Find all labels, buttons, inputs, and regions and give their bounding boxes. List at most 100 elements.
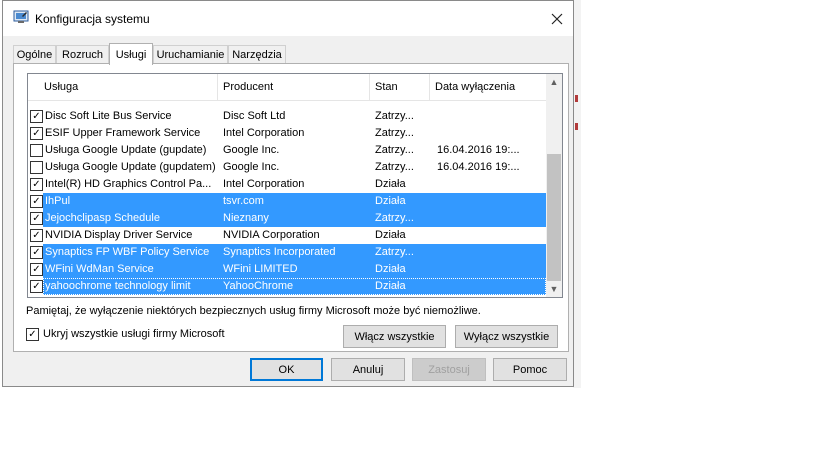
microsoft-services-note: Pamiętaj, że wyłączenie niektórych bezpi… xyxy=(26,305,481,317)
service-checkbox[interactable]: ✓ xyxy=(30,195,43,208)
service-vendor-cell: YahooChrome xyxy=(223,280,294,292)
service-name-cell: Usługa Google Update (gupdatem) xyxy=(45,161,215,173)
background-window-edge xyxy=(573,0,581,388)
service-state-cell: Działa xyxy=(375,178,406,190)
service-vendor-cell: Nieznany xyxy=(223,212,269,224)
service-vendor-cell: NVIDIA Corporation xyxy=(223,229,320,241)
tab-tools[interactable]: Narzędzia xyxy=(228,45,286,64)
cancel-button[interactable]: Anuluj xyxy=(331,358,405,381)
service-date-cell: 16.04.2016 19:... xyxy=(437,161,520,173)
service-name-cell: WFini WdMan Service xyxy=(45,263,154,275)
help-button[interactable]: Pomoc xyxy=(493,358,567,381)
column-header-service[interactable]: Usługa xyxy=(28,74,218,100)
tab-boot[interactable]: Rozruch xyxy=(56,45,109,64)
service-date-cell xyxy=(437,261,543,278)
window-title: Konfiguracja systemu xyxy=(35,12,150,26)
service-checkbox[interactable]: ✓ xyxy=(30,280,43,293)
service-name-cell: NVIDIA Display Driver Service xyxy=(45,229,193,241)
service-name-cell: Synaptics FP WBF Policy Service xyxy=(45,246,210,258)
service-vendor-cell: Synaptics Incorporated xyxy=(223,246,336,258)
service-vendor-cell: Google Inc. xyxy=(223,161,280,173)
service-name-cell: Usługa Google Update (gupdate) xyxy=(45,144,207,156)
services-panel: Usługa Producent Stan Data wyłączenia ✓ D… xyxy=(13,63,569,352)
service-checkbox[interactable]: ✓ xyxy=(30,229,43,242)
service-state-cell: Działa xyxy=(375,195,406,207)
service-row[interactable]: ✓ yahoochrome technology limit YahooChrome… xyxy=(28,278,546,295)
service-row[interactable]: ✓ IhPul tsvr.com Działa xyxy=(28,193,546,210)
column-header-vendor[interactable]: Producent xyxy=(218,74,370,100)
close-button[interactable] xyxy=(543,6,571,31)
service-date-cell xyxy=(437,227,543,244)
service-date-cell xyxy=(437,210,543,227)
service-state-cell: Zatrzy... xyxy=(375,212,414,224)
ok-button[interactable]: OK xyxy=(250,358,323,381)
service-state-cell: Działa xyxy=(375,229,406,241)
hide-microsoft-services-checkbox[interactable]: ✓ Ukryj wszystkie usługi firmy Microsoft xyxy=(26,326,225,342)
service-state-cell: Działa xyxy=(375,263,406,275)
services-list[interactable]: Usługa Producent Stan Data wyłączenia ✓ D… xyxy=(27,73,563,298)
service-vendor-cell: WFini LIMITED xyxy=(223,263,298,275)
service-row[interactable]: ✓ Synaptics FP WBF Policy Service Synaptic… xyxy=(28,244,546,261)
background-mark xyxy=(575,123,578,130)
service-state-cell: Zatrzy... xyxy=(375,110,414,122)
service-state-cell: Działa xyxy=(375,280,406,292)
service-name-cell: Intel(R) HD Graphics Control Pa... xyxy=(45,178,212,190)
scrollbar-thumb[interactable] xyxy=(547,154,561,281)
system-configuration-dialog: Konfiguracja systemu Ogólne Rozruch Usłu… xyxy=(2,0,574,387)
list-header: Usługa Producent Stan Data wyłączenia xyxy=(28,74,546,101)
service-row[interactable]: ✓ Intel(R) HD Graphics Control Pa... Intel… xyxy=(28,176,546,193)
tab-general[interactable]: Ogólne xyxy=(13,45,56,64)
service-name-cell: Jejochclipasp Schedule xyxy=(45,212,160,224)
service-state-cell: Zatrzy... xyxy=(375,144,414,156)
service-checkbox[interactable] xyxy=(30,144,43,157)
service-checkbox[interactable]: ✓ xyxy=(30,178,43,191)
service-vendor-cell: Disc Soft Ltd xyxy=(223,110,286,122)
service-checkbox[interactable]: ✓ xyxy=(30,110,43,123)
service-date-cell xyxy=(437,193,543,210)
column-header-disable-date[interactable]: Data wyłączenia xyxy=(430,74,546,100)
service-checkbox[interactable]: ✓ xyxy=(30,246,43,259)
service-row[interactable]: Usługa Google Update (gupdate) Google Inc… xyxy=(28,142,546,159)
service-state-cell: Zatrzy... xyxy=(375,127,414,139)
title-bar: Konfiguracja systemu xyxy=(3,1,573,36)
column-header-state[interactable]: Stan xyxy=(370,74,430,100)
scroll-up-arrow-icon[interactable]: ▲ xyxy=(546,74,562,90)
service-vendor-cell: tsvr.com xyxy=(223,195,264,207)
tab-startup[interactable]: Uruchamianie xyxy=(153,45,228,64)
service-date-cell xyxy=(437,278,543,295)
service-row[interactable]: Usługa Google Update (gupdatem) Google In… xyxy=(28,159,546,176)
service-date-cell xyxy=(437,125,543,142)
service-date-cell xyxy=(437,176,543,193)
disable-all-button[interactable]: Wyłącz wszystkie xyxy=(455,325,558,348)
close-icon xyxy=(551,13,563,24)
service-checkbox[interactable] xyxy=(30,161,43,174)
enable-all-button[interactable]: Włącz wszystkie xyxy=(343,325,446,348)
service-name-cell: IhPul xyxy=(45,195,71,207)
service-state-cell: Zatrzy... xyxy=(375,161,414,173)
tab-services[interactable]: Usługi xyxy=(109,43,153,65)
service-checkbox[interactable]: ✓ xyxy=(30,127,43,140)
service-date-cell xyxy=(437,244,543,261)
msconfig-icon xyxy=(13,10,29,23)
service-row[interactable]: ✓ ESIF Upper Framework Service Intel Corpo… xyxy=(28,125,546,142)
hide-microsoft-services-label: Ukryj wszystkie usługi firmy Microsoft xyxy=(43,328,225,340)
service-checkbox[interactable]: ✓ xyxy=(30,263,43,276)
checkmark-icon[interactable]: ✓ xyxy=(26,327,39,341)
service-state-cell: Zatrzy... xyxy=(375,246,414,258)
service-vendor-cell: Intel Corporation xyxy=(223,127,305,139)
apply-button[interactable]: Zastosuj xyxy=(412,358,486,381)
service-name-cell: yahoochrome technology limit xyxy=(45,280,191,292)
service-date-cell: 16.04.2016 19:... xyxy=(437,144,520,156)
service-name-cell: Disc Soft Lite Bus Service xyxy=(45,110,172,122)
service-date-cell xyxy=(437,108,543,125)
service-row[interactable]: ✓ Disc Soft Lite Bus Service Disc Soft Ltd… xyxy=(28,108,546,125)
service-vendor-cell: Intel Corporation xyxy=(223,178,305,190)
service-checkbox[interactable]: ✓ xyxy=(30,212,43,225)
service-row[interactable]: ✓ WFini WdMan Service WFini LIMITED Działa xyxy=(28,261,546,278)
scroll-down-arrow-icon[interactable]: ▼ xyxy=(546,281,562,297)
vertical-scrollbar[interactable]: ▲ ▼ xyxy=(546,74,562,297)
background-mark xyxy=(575,95,578,102)
service-row[interactable]: ✓ Jejochclipasp Schedule Nieznany Zatrzy... xyxy=(28,210,546,227)
service-name-cell: ESIF Upper Framework Service xyxy=(45,127,201,139)
service-row[interactable]: ✓ NVIDIA Display Driver Service NVIDIA Cor… xyxy=(28,227,546,244)
